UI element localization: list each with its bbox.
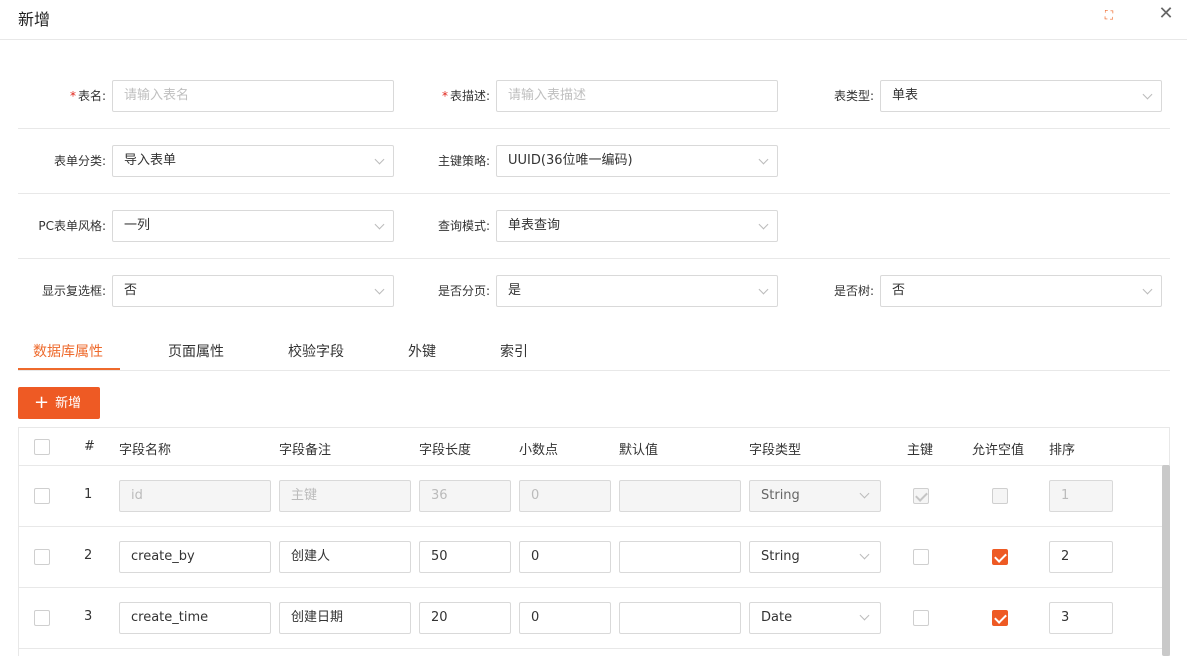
field-length-input[interactable]: 50 (419, 541, 511, 573)
table-header: # 字段名称 字段备注 字段长度 小数点 默认值 字段类型 主键 允许空值 排序 (19, 428, 1169, 466)
is-tree-select[interactable]: 否 (880, 275, 1162, 307)
plus-icon: + (34, 392, 50, 413)
pc-style-select[interactable]: 一列 (112, 210, 394, 242)
close-icon[interactable]: ✕ (1156, 4, 1176, 24)
tab-foreign-keys[interactable]: 外键 (408, 341, 436, 361)
form-row-4: 显示复选框: 否 是否分页: 是 是否树: 否 (18, 259, 1170, 324)
form-category-label: 表单分类: (53, 154, 106, 168)
row-number: 2 (84, 548, 93, 563)
field-remark-input[interactable]: 创建日期 (279, 602, 411, 634)
default-value-input[interactable] (619, 602, 741, 634)
tab-active-indicator (18, 368, 120, 370)
col-field-length: 字段长度 (419, 443, 472, 458)
pc-style-label: PC表单风格: (38, 219, 106, 233)
tab-page-properties[interactable]: 页面属性 (168, 341, 224, 361)
decimal-input[interactable]: 0 (519, 480, 611, 512)
form-row-3: PC表单风格: 一列 查询模式: 单表查询 (18, 194, 1170, 259)
show-checkbox-select[interactable]: 否 (112, 275, 394, 307)
col-default: 默认值 (619, 443, 659, 458)
pk-strategy-label: 主键策略: (437, 154, 490, 168)
chevron-down-icon (758, 154, 769, 165)
chevron-down-icon (374, 219, 385, 230)
decimal-input[interactable]: 0 (519, 602, 611, 634)
nullable-checkbox[interactable] (992, 610, 1008, 626)
default-value-input[interactable] (619, 541, 741, 573)
chevron-down-icon (859, 610, 870, 621)
col-field-name: 字段名称 (119, 443, 172, 458)
query-mode-select[interactable]: 单表查询 (496, 210, 778, 242)
table-desc-label: 表描述: (449, 89, 490, 103)
table-name-label: 表名: (77, 89, 106, 103)
field-type-select[interactable]: String (749, 541, 881, 573)
select-all-checkbox[interactable] (34, 439, 50, 455)
table-name-input[interactable]: 请输入表名 (112, 80, 394, 112)
col-field-type: 字段类型 (749, 443, 802, 458)
tab-validation-fields[interactable]: 校验字段 (288, 341, 344, 361)
table-desc-input[interactable]: 请输入表描述 (496, 80, 778, 112)
primary-key-checkbox[interactable] (913, 488, 929, 504)
nullable-checkbox[interactable] (992, 549, 1008, 565)
table-row: 3 create_time 创建日期 20 0 Date 3 (19, 588, 1169, 649)
row-checkbox[interactable] (34, 549, 50, 565)
chevron-down-icon (859, 488, 870, 499)
chevron-down-icon (374, 154, 385, 165)
add-field-button[interactable]: + 新增 (18, 387, 100, 419)
field-remark-input[interactable]: 创建人 (279, 541, 411, 573)
primary-key-checkbox[interactable] (913, 549, 929, 565)
paginate-label: 是否分页: (437, 284, 490, 298)
chevron-down-icon (1142, 284, 1153, 295)
table-type-label: 表类型: (833, 89, 874, 103)
row-checkbox[interactable] (34, 488, 50, 504)
chevron-down-icon (1142, 89, 1153, 100)
field-length-input[interactable]: 20 (419, 602, 511, 634)
table-row: 1 id 主键 36 0 String 1 (19, 466, 1169, 527)
field-type-select[interactable]: Date (749, 602, 881, 634)
is-tree-label: 是否树: (833, 284, 874, 298)
row-checkbox[interactable] (34, 610, 50, 626)
table-type-select[interactable]: 单表 (880, 80, 1162, 112)
col-decimal: 小数点 (519, 443, 559, 458)
table-row: 2 create_by 创建人 50 0 String 2 (19, 527, 1169, 588)
fullscreen-icon[interactable]: ⛶ (1100, 6, 1118, 24)
chevron-down-icon (758, 284, 769, 295)
primary-key-checkbox[interactable] (913, 610, 929, 626)
pk-strategy-select[interactable]: UUID(36位唯一编码) (496, 145, 778, 177)
tab-db-properties[interactable]: 数据库属性 (33, 341, 103, 361)
col-primary-key: 主键 (907, 443, 934, 458)
dialog-title: 新增 (18, 10, 51, 29)
field-name-input[interactable]: id (119, 480, 271, 512)
chevron-down-icon (374, 284, 385, 295)
nullable-checkbox[interactable] (992, 488, 1008, 504)
decimal-input[interactable]: 0 (519, 541, 611, 573)
default-value-input[interactable] (619, 480, 741, 512)
table-scrollbar[interactable] (1162, 465, 1170, 656)
field-name-input[interactable]: create_time (119, 602, 271, 634)
row-number: 1 (84, 487, 93, 502)
field-name-input[interactable]: create_by (119, 541, 271, 573)
form-row-2: 表单分类: 导入表单 主键策略: UUID(36位唯一编码) (18, 129, 1170, 194)
dialog-header: 新增 ⛶ ✕ (0, 0, 1187, 40)
order-input[interactable]: 2 (1049, 541, 1113, 573)
field-type-select[interactable]: String (749, 480, 881, 512)
col-nullable: 允许空值 (972, 443, 1025, 458)
row-number: 3 (84, 609, 93, 624)
paginate-select[interactable]: 是 (496, 275, 778, 307)
field-remark-input[interactable]: 主键 (279, 480, 411, 512)
tab-bar: 数据库属性 页面属性 校验字段 外键 索引 (18, 333, 1170, 371)
query-mode-label: 查询模式: (437, 219, 490, 233)
tab-indexes[interactable]: 索引 (500, 341, 528, 361)
order-input[interactable]: 1 (1049, 480, 1113, 512)
col-index: # (84, 439, 95, 454)
field-length-input[interactable]: 36 (419, 480, 511, 512)
form-row-1: * 表名: 请输入表名 * 表描述: 请输入表描述 表类型: 单表 (18, 64, 1170, 129)
form-category-select[interactable]: 导入表单 (112, 145, 394, 177)
fields-table: # 字段名称 字段备注 字段长度 小数点 默认值 字段类型 主键 允许空值 排序… (18, 427, 1170, 656)
show-checkbox-label: 显示复选框: (41, 284, 106, 298)
col-order: 排序 (1049, 443, 1076, 458)
chevron-down-icon (758, 219, 769, 230)
col-field-remark: 字段备注 (279, 443, 332, 458)
order-input[interactable]: 3 (1049, 602, 1113, 634)
chevron-down-icon (859, 549, 870, 560)
